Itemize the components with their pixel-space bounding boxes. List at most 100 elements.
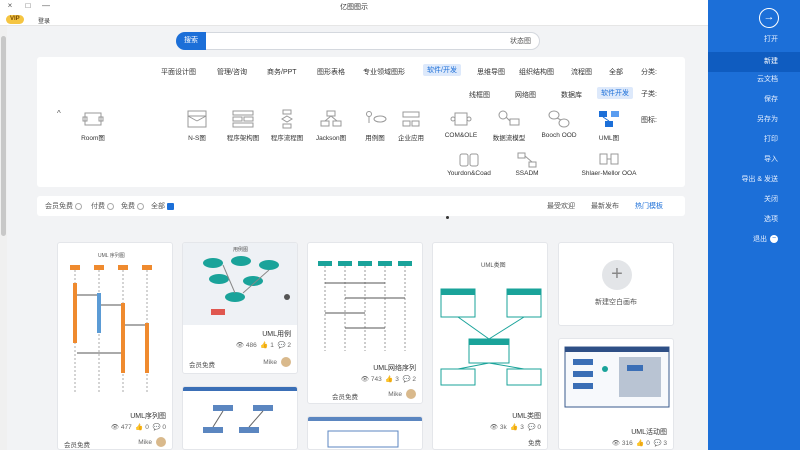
com-ole-icon (450, 112, 472, 126)
yourdon-coad-icon (459, 153, 479, 167)
booch-diagram-icon (548, 110, 570, 128)
template-card-uml-sequence[interactable]: UML 序列图 UML序列图 👁 477 👍 0 💬 0 会员免费 Mike (57, 242, 173, 450)
category-flowchart[interactable]: 流程图 (567, 66, 596, 78)
uml-seq-thumbnail: UML 序列图 (70, 252, 152, 393)
diagram-thumbnail (308, 417, 422, 448)
radio-icon (107, 202, 114, 210)
window-title: 亿图图示 (340, 4, 368, 11)
sort-most-liked[interactable]: 最受欢迎 (547, 201, 575, 211)
type-label: N-S图 (188, 135, 206, 142)
plus-icon: + (602, 260, 632, 290)
vip-badge[interactable]: VIP (6, 15, 24, 24)
category-org-chart[interactable]: 组织结构图 (515, 66, 558, 78)
back-arrow-icon[interactable]: → (759, 8, 779, 28)
subcategory-network[interactable]: 网络图 (511, 89, 540, 101)
category-business-ppt[interactable]: 商务/PPT (263, 66, 301, 78)
type-label: SSADM (515, 170, 539, 177)
filter-all[interactable]: 全部 (151, 201, 174, 211)
scrollbar-thumb[interactable] (1, 36, 6, 236)
new-blank-canvas-card[interactable]: + 新建空白画布 (558, 242, 674, 326)
sidebar-item-open[interactable]: 打开 (708, 30, 800, 50)
category-management[interactable]: 管理/咨询 (213, 66, 251, 78)
category-graphic-design[interactable]: 平面设计图 (157, 66, 200, 78)
jackson-diagram-icon (320, 110, 342, 127)
maximize-window-icon[interactable]: □ (22, 1, 34, 10)
filter-panel: 分类: 全部 流程图 组织结构图 思维导图 软件/开发 专业领域图形 图形表格 … (37, 57, 685, 187)
card-author: Mike (138, 439, 152, 446)
card-comments: 3 (663, 440, 667, 447)
sidebar-item-save-as[interactable]: 另存为 (708, 110, 800, 130)
card-likes: 3 (520, 424, 524, 431)
category-software[interactable]: 软件/开发 (423, 64, 461, 76)
subcategory-database[interactable]: 数据库 (557, 89, 586, 101)
type-label: Yourdon&Coad (447, 170, 491, 177)
usecase-icon (366, 111, 387, 123)
sidebar-item-cloud[interactable]: 云文档 (708, 70, 800, 90)
card-title: UML网络序列 (373, 365, 416, 372)
sidebar-item-options[interactable]: 选项 (708, 210, 800, 230)
sidebar-item-new[interactable]: 新建 (708, 52, 800, 72)
program-flow-icon (281, 109, 293, 129)
category-all[interactable]: 全部 (605, 66, 627, 78)
card-title: UML用例 (262, 331, 291, 338)
close-window-icon[interactable]: × (4, 1, 16, 10)
template-card-uml-class[interactable]: UML类图 UML类图 👁 3k 👍 3 💬 0 免费 (432, 242, 548, 450)
card-views: 743 (370, 376, 382, 383)
search-input[interactable] (211, 35, 531, 47)
sidebar-item-import[interactable]: 导入 (708, 150, 800, 170)
card-comments: 0 (537, 424, 541, 431)
checkbox-icon (167, 202, 174, 210)
category-professional[interactable]: 专业领域图形 (359, 66, 409, 78)
subcategory-row-label: 子类: (641, 91, 657, 98)
filter-paid[interactable]: 付费 (91, 201, 114, 211)
search-bar: 搜索 (176, 32, 540, 50)
subcategory-software-dev[interactable]: 软件开发 (597, 87, 633, 99)
sort-popular[interactable]: 热门模板 (635, 201, 663, 211)
subcategory-wireframe[interactable]: 线框图 (465, 89, 494, 101)
sidebar-item-save[interactable]: 保存 (708, 90, 800, 110)
sort-newest[interactable]: 最新发布 (591, 201, 619, 211)
category-graphic-table[interactable]: 图形表格 (313, 66, 349, 78)
card-likes: 1 (270, 342, 274, 349)
filter-free[interactable]: 免费 (121, 201, 144, 211)
card-title: UML序列图 (130, 413, 166, 420)
new-canvas-label: 新建空白画布 (595, 299, 637, 306)
avatar (406, 389, 416, 399)
ns-diagram-icon (187, 110, 207, 128)
type-label: Room图 (81, 135, 105, 142)
minimize-window-icon[interactable]: — (40, 1, 52, 10)
sidebar-item-close[interactable]: 关闭 (708, 190, 800, 210)
template-card-partial[interactable] (182, 386, 298, 450)
scrollbar[interactable] (0, 26, 7, 450)
sidebar-item-exit[interactable]: 退出 − (708, 230, 800, 250)
template-card-partial[interactable] (307, 416, 423, 450)
sidebar-item-export[interactable]: 导出 & 发送 (708, 170, 800, 190)
card-likes: 3 (395, 376, 399, 383)
card-views: 3k (499, 424, 507, 431)
category-mindmap[interactable]: 思维导图 (473, 66, 509, 78)
card-views: 316 (621, 440, 633, 447)
card-price: 会员免费 (64, 442, 90, 449)
uml-class-thumbnail: UML类图 (440, 261, 542, 386)
sidebar-item-print[interactable]: 打印 (708, 130, 800, 150)
template-card-uml-activity[interactable]: UML活动图 👁 316 👍 0 💬 3 (558, 338, 674, 450)
login-link[interactable]: 登录 (38, 16, 50, 25)
filter-all-label: 全部 (151, 203, 165, 210)
filter-member-free[interactable]: 会员免费 (45, 201, 82, 211)
template-card-uml-sequence-net[interactable]: UML网络序列 👁 743 👍 3 💬 2 会员免费 Mike (307, 242, 423, 404)
filter-member-label: 会员免费 (45, 203, 73, 210)
template-card-uml-usecase[interactable]: 用例图 UML用例 👁 486 👍 1 💬 2 会员免费 Mike (182, 242, 298, 374)
type-row-label: 图标: (641, 117, 657, 124)
uml-usecase-thumbnail: 用例图 (183, 243, 297, 325)
uml-diagram-icon (599, 111, 619, 127)
card-likes: 0 (145, 424, 149, 431)
search-button[interactable]: 搜索 (176, 32, 206, 50)
chevron-up-icon[interactable]: ^ (57, 109, 61, 118)
sort-bar: 热门模板 最新发布 最受欢迎 全部 免费 付费 会员免费 (37, 196, 685, 216)
sidebar: → 打开 新建 云文档 保存 另存为 打印 导入 导出 & 发送 关闭 选项 退… (708, 0, 800, 450)
diagram-thumbnail (183, 387, 297, 433)
card-price: 免费 (528, 440, 541, 447)
radio-icon (137, 202, 144, 210)
room-diagram-icon (82, 112, 104, 126)
dataflow-diagram-icon (498, 110, 520, 126)
